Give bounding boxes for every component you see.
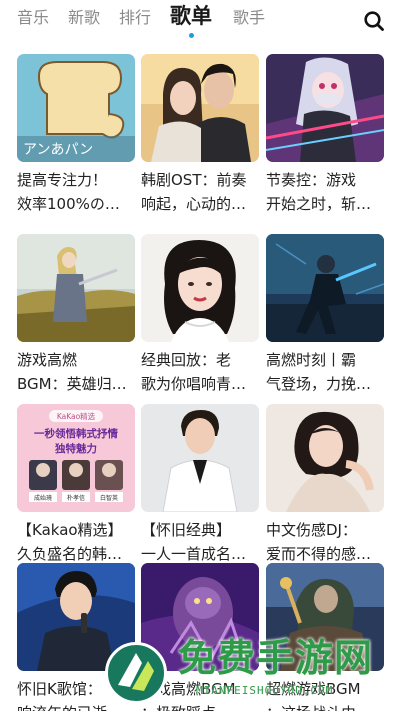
playlist-title: 中文伤感DJ： 爱而不得的感… [266,521,372,563]
playlist-cover [266,234,384,342]
playlist-cover [266,563,384,671]
svg-text:一秒领悟韩式抒情: 一秒领悟韩式抒情 [34,427,118,440]
playlist-title: 经典回放：老 歌为你唱响青… [141,351,247,393]
tab-playlists[interactable]: 歌单 [170,3,212,29]
top-nav: 音乐 新歌 排行 歌单 歌手 [0,0,400,44]
playlist-cover [17,234,135,342]
tab-new-songs[interactable]: 新歌 [68,8,100,28]
playlist-cover: アンあパン [17,54,135,162]
playlist-title: 游戏高燃 BGM：英雄归… [17,351,127,393]
playlist-cover [266,404,384,512]
playlist-cover [141,404,259,512]
playlist-cover [17,563,135,671]
svg-text:KaKao精选: KaKao精选 [57,411,96,421]
playlist-title: 超燃游戏BGM ：这场战斗由… [266,680,371,711]
playlist-title: 提高专注力！ 效率100%の… [17,171,120,213]
playlist-cover [141,54,259,162]
svg-text:朴孝信: 朴孝信 [67,494,85,502]
playlist-cover: KaKao精选 一秒领悟韩式抒情 独特魅力 成始璄 朴孝信 白智英 [17,404,135,512]
tab-music[interactable]: 音乐 [17,8,49,28]
playlist-title: 高燃时刻丨霸 气登场，力挽… [266,351,372,393]
cover-text: アンあパン [23,142,93,158]
playlist-cover [141,563,259,671]
playlist-title: 韩剧OST：前奏 响起，心动的… [141,171,247,213]
tab-charts[interactable]: 排行 [119,8,151,28]
svg-text:成始璄: 成始璄 [34,494,52,502]
playlist-cover [141,234,259,342]
playlist-title: 游戏高燃BGM ：极致踩点… [141,680,236,711]
playlist-cover [266,54,384,162]
active-tab-indicator [189,33,194,38]
playlist-title: 【Kakao精选】 久负盛名的韩… [17,521,123,563]
playlist-title: 【怀旧经典】 一人一首成名… [141,521,247,563]
svg-text:白智英: 白智英 [100,494,118,502]
playlist-title: 怀旧K歌馆： 响流年的已逝… [17,680,122,711]
playlist-title: 节奏控：游戏 开始之时，斩… [266,171,372,213]
search-icon[interactable] [362,9,386,33]
tab-singers[interactable]: 歌手 [233,8,265,28]
svg-text:独特魅力: 独特魅力 [54,442,97,455]
